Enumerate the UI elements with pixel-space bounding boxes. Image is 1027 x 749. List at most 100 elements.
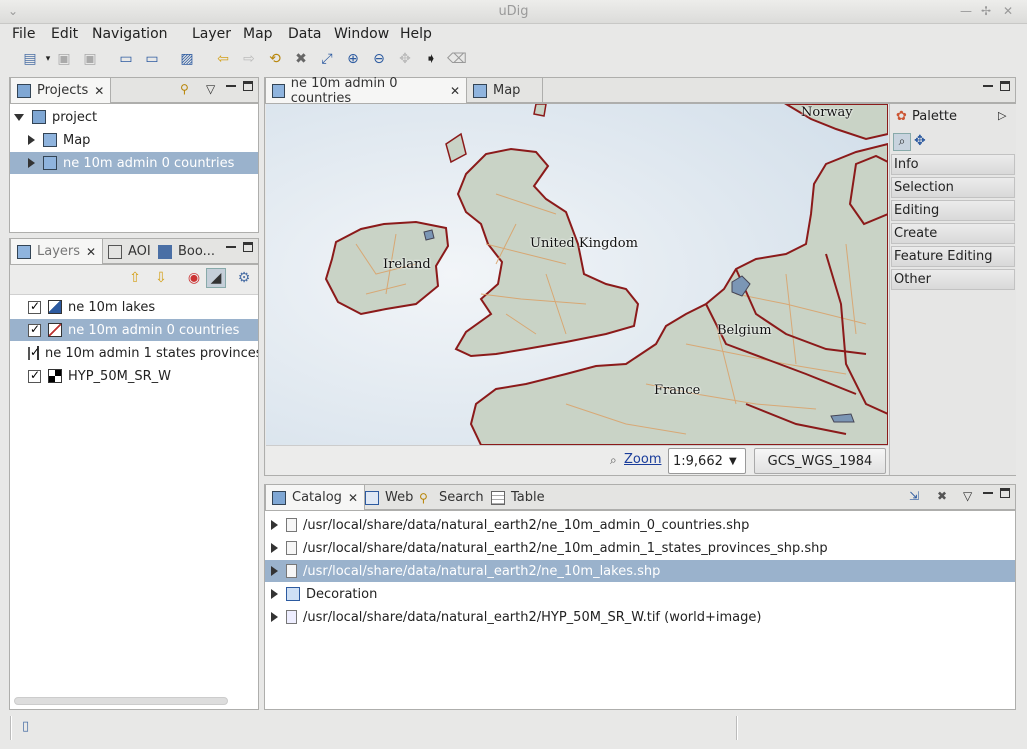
crs-button[interactable]: GCS_WGS_1984 [754,448,886,474]
tree-item-project[interactable]: project [10,106,258,128]
zoom-out-icon[interactable]: ⊖ [369,49,389,69]
maximize-view-icon[interactable] [243,242,253,252]
collapsed-icon[interactable] [28,135,35,145]
maximize-icon[interactable]: ✢ [981,4,991,18]
menu-data[interactable]: Data [288,26,321,42]
save-all-icon[interactable]: ▣ [80,49,100,69]
stop-icon[interactable]: ✖ [291,49,311,69]
catalog-item[interactable]: /usr/local/share/data/natural_earth2/ne_… [265,514,1015,536]
palette-collapse-icon[interactable]: ▷ [998,109,1006,122]
tab-aoi[interactable]: AOI [102,239,157,264]
tab-search[interactable]: ⚲ Search [413,485,490,510]
palette-section-info[interactable]: Info [891,154,1015,175]
minimize-icon[interactable]: — [960,4,972,18]
move-up-icon[interactable]: ⇧ [125,268,145,288]
menu-window[interactable]: Window [334,26,389,42]
windows-icon[interactable]: ▭ [142,49,162,69]
tab-table[interactable]: Table [485,485,551,510]
layer-item[interactable]: ne 10m lakes [10,296,258,318]
menu-map[interactable]: Map [243,26,273,42]
catalog-item[interactable]: /usr/local/share/data/natural_earth2/ne_… [265,560,1015,582]
collapsed-icon[interactable] [271,543,278,553]
remove-icon[interactable]: ✖ [937,489,947,503]
close-icon[interactable]: ✕ [1003,4,1013,18]
collapsed-icon[interactable] [271,589,278,599]
layer-visibility-checkbox[interactable] [28,345,40,360]
close-icon[interactable]: ✕ [86,245,96,259]
move-down-icon[interactable]: ⇩ [151,268,171,288]
select-layer-icon[interactable]: ⚙ [234,268,254,288]
palette-section-other[interactable]: Other [891,269,1015,290]
layer-item[interactable]: ne 10m admin 1 states provinces [10,342,258,364]
menu-file[interactable]: File [12,26,35,42]
eraser-icon[interactable]: ⌫ [447,49,467,69]
tree-item-countries[interactable]: ne 10m admin 0 countries [10,152,258,174]
next-icon[interactable]: ➧ [421,49,441,69]
open-project-icon[interactable]: ▨ [177,49,197,69]
close-icon[interactable]: ✕ [450,84,460,98]
style-icon[interactable]: ◉ [184,268,204,288]
maximize-view-icon[interactable] [1000,488,1010,498]
pan-tool-icon[interactable]: ✥ [914,133,926,149]
tab-bookmarks[interactable]: Boo... [152,239,221,264]
expanded-icon[interactable] [14,113,24,121]
new-view-icon[interactable]: ▯ [22,719,29,734]
catalog-item[interactable]: /usr/local/share/data/natural_earth2/HYP… [265,606,1015,628]
view-menu-icon[interactable]: ▽ [206,82,215,96]
tab-editor-countries[interactable]: ne 10m admin 0 countries ✕ [265,76,467,106]
file-icon [286,518,297,532]
save-icon[interactable]: ▣ [54,49,74,69]
palette-section-feature-editing[interactable]: Feature Editing [891,246,1015,267]
tab-catalog[interactable]: Catalog ✕ [265,485,365,510]
layer-visibility-checkbox[interactable] [28,322,41,337]
catalog-item[interactable]: Decoration [265,583,1015,605]
zoom-in-icon[interactable]: ⊕ [343,49,363,69]
tab-web[interactable]: Web [359,485,419,510]
minimize-view-icon[interactable] [983,81,993,87]
window-icon[interactable]: ▭ [116,49,136,69]
link-icon[interactable]: ⚲ [180,82,189,96]
palette-section-editing[interactable]: Editing [891,200,1015,221]
menu-layer[interactable]: Layer [192,26,231,42]
zoom-link[interactable]: Zoom [624,452,661,467]
layer-visibility-checkbox[interactable] [28,299,41,314]
maximize-view-icon[interactable] [243,81,253,91]
pan-icon[interactable]: ✥ [395,49,415,69]
minimize-view-icon[interactable] [226,81,236,87]
scale-select[interactable]: 1:9,662, ▼ [668,448,746,474]
close-icon[interactable]: ✕ [348,491,358,505]
tree-item-map[interactable]: Map [10,129,258,151]
menu-navigation[interactable]: Navigation [92,26,168,42]
refresh-icon[interactable]: ⟲ [265,49,285,69]
layer-visibility-checkbox[interactable] [28,368,41,383]
edit-geometry-icon[interactable]: ◢ [206,268,226,288]
map-canvas[interactable]: Norway United Kingdom Ireland Belgium Fr… [266,104,888,445]
new-icon[interactable]: ▤ [20,49,40,69]
palette-section-selection[interactable]: Selection [891,177,1015,198]
palette-section-create[interactable]: Create [891,223,1015,244]
minimize-view-icon[interactable] [226,242,236,248]
zoom-extent-icon[interactable]: ⤢ [317,49,337,69]
tab-projects[interactable]: Projects ✕ [10,78,112,103]
view-menu-icon[interactable]: ▽ [963,489,972,503]
collapsed-icon[interactable] [28,158,35,168]
menu-edit[interactable]: Edit [51,26,78,42]
tab-layers[interactable]: Layers ✕ [10,239,104,264]
close-icon[interactable]: ✕ [94,84,104,98]
layer-item[interactable]: HYP_50M_SR_W [10,365,258,387]
chevron-down-icon[interactable]: ▼ [729,456,737,467]
import-icon[interactable]: ⇲ [909,489,919,503]
collapsed-icon[interactable] [271,520,278,530]
layer-item[interactable]: ne 10m admin 0 countries [10,319,258,341]
back-icon[interactable]: ⇦ [213,49,233,69]
collapsed-icon[interactable] [271,612,278,622]
maximize-view-icon[interactable] [1000,81,1010,91]
zoom-tool-icon[interactable]: ⌕ [893,133,911,151]
forward-icon[interactable]: ⇨ [239,49,259,69]
catalog-item[interactable]: /usr/local/share/data/natural_earth2/ne_… [265,537,1015,559]
collapsed-icon[interactable] [271,566,278,576]
horizontal-scrollbar[interactable] [14,697,228,705]
tab-editor-map[interactable]: Map [467,78,543,103]
minimize-view-icon[interactable] [983,488,993,494]
menu-help[interactable]: Help [400,26,432,42]
